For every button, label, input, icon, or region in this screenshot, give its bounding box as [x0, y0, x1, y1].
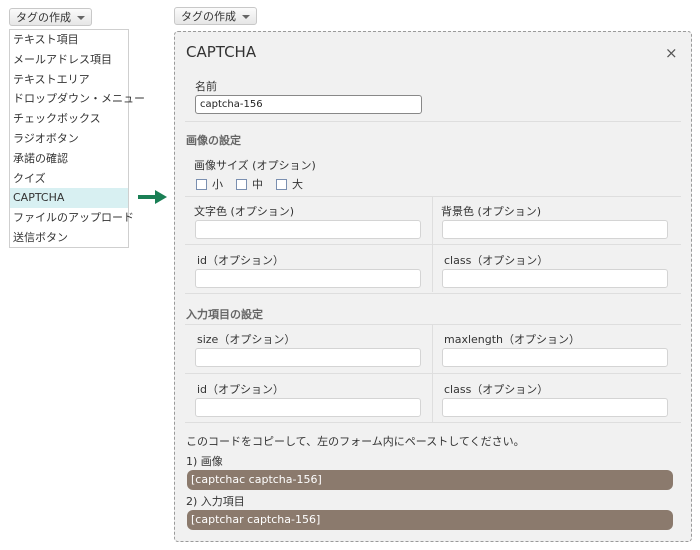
divider	[185, 324, 681, 325]
image-code-field[interactable]: [captchac captcha-156]	[187, 470, 673, 490]
size-label: size（オプション）	[197, 333, 296, 346]
maxlength-input[interactable]	[442, 348, 668, 367]
menu-item-quiz[interactable]: クイズ	[10, 169, 128, 189]
create-tag-label: タグの作成	[181, 10, 236, 23]
maxlength-label: maxlength（オプション）	[444, 333, 581, 346]
size-medium-label: 中	[252, 178, 263, 191]
input-code-label: 2) 入力項目	[186, 495, 245, 508]
menu-item-submit[interactable]: 送信ボタン	[10, 228, 128, 248]
image-settings-title: 画像の設定	[186, 134, 241, 147]
size-medium-checkbox[interactable]: 中	[236, 176, 263, 192]
divider	[185, 293, 681, 294]
size-large-label: 大	[292, 178, 303, 191]
chevron-down-icon	[77, 16, 85, 20]
size-input[interactable]	[195, 348, 421, 367]
size-small-checkbox[interactable]: 小	[196, 176, 223, 192]
image-code-label: 1) 画像	[186, 455, 223, 468]
name-input[interactable]: captcha-156	[195, 95, 422, 114]
input-settings-title: 入力項目の設定	[186, 308, 263, 321]
captcha-tag-panel: CAPTCHA × 名前 captcha-156 画像の設定 画像サイズ (オプ…	[174, 31, 692, 542]
menu-item-textarea[interactable]: テキストエリア	[10, 70, 128, 90]
divider	[185, 422, 681, 423]
menu-item-checkbox[interactable]: チェックボックス	[10, 109, 128, 129]
menu-item-email[interactable]: メールアドレス項目	[10, 50, 128, 70]
menu-item-dropdown[interactable]: ドロップダウン・メニュー	[10, 89, 145, 109]
checkbox-icon	[196, 178, 207, 190]
bg-color-input[interactable]	[442, 220, 668, 239]
close-icon[interactable]: ×	[665, 44, 678, 62]
panel-title: CAPTCHA	[186, 43, 257, 61]
image-id-label: id（オプション）	[197, 254, 285, 267]
checkbox-icon	[276, 178, 287, 190]
divider	[185, 373, 681, 374]
image-class-input[interactable]	[442, 269, 668, 288]
name-label: 名前	[195, 80, 217, 93]
menu-item-file-upload[interactable]: ファイルのアップロード	[10, 208, 134, 228]
divider	[185, 244, 681, 245]
tag-type-menu: テキスト項目 メールアドレス項目 テキストエリア ドロップダウン・メニュー チェ…	[9, 29, 145, 248]
divider	[432, 196, 433, 292]
image-class-label: class（オプション）	[444, 254, 549, 267]
right-arrow-icon	[138, 190, 167, 204]
input-class-input[interactable]	[442, 398, 668, 417]
fg-color-label: 文字色 (オプション)	[194, 205, 295, 218]
copy-instruction: このコードをコピーして、左のフォーム内にペーストしてください。	[186, 435, 525, 448]
image-size-label: 画像サイズ (オプション)	[194, 159, 316, 172]
divider	[432, 324, 433, 422]
size-large-checkbox[interactable]: 大	[276, 176, 303, 192]
create-tag-button-right[interactable]: タグの作成	[174, 7, 257, 25]
menu-item-radio[interactable]: ラジオボタン	[10, 129, 128, 149]
menu-item-text[interactable]: テキスト項目	[10, 30, 128, 50]
chevron-down-icon	[242, 15, 250, 19]
input-id-input[interactable]	[195, 398, 421, 417]
fg-color-input[interactable]	[195, 220, 421, 239]
input-id-label: id（オプション）	[197, 383, 285, 396]
bg-color-label: 背景色 (オプション)	[441, 205, 542, 218]
checkbox-icon	[236, 178, 247, 190]
create-tag-label: タグの作成	[16, 11, 71, 24]
input-code-field[interactable]: [captchar captcha-156]	[187, 510, 673, 530]
menu-item-acceptance[interactable]: 承諾の確認	[10, 149, 128, 169]
size-small-label: 小	[212, 178, 223, 191]
create-tag-button-left[interactable]: タグの作成	[9, 8, 92, 26]
divider	[185, 121, 681, 122]
menu-item-captcha[interactable]: CAPTCHA	[10, 188, 128, 209]
image-id-input[interactable]	[195, 269, 421, 288]
divider	[185, 196, 681, 197]
input-class-label: class（オプション）	[444, 383, 549, 396]
